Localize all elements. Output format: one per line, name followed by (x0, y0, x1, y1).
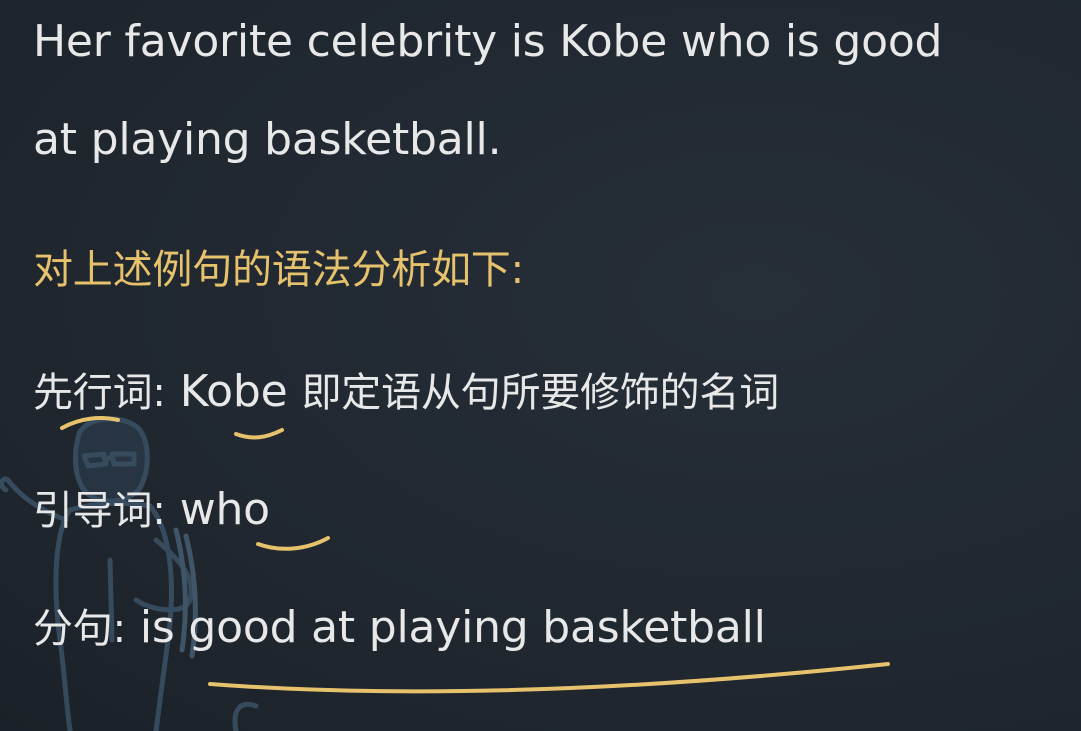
analysis-heading: 对上述例句的语法分析如下: (33, 247, 524, 293)
teacher-figure-illustration (0, 416, 259, 731)
lesson-slide: Her favorite celebrity is Kobe who is go… (0, 0, 1081, 731)
relative-pronoun-label: 引导词: (33, 488, 166, 534)
antecedent-description: 即定语从句所要修饰的名词 (301, 370, 780, 416)
antecedent-row: 先行词: Kobe 即定语从句所要修饰的名词 (33, 364, 779, 421)
clause-label: 分句: (33, 606, 126, 652)
clause-underline (208, 662, 890, 694)
antecedent-label: 先行词: (33, 370, 166, 416)
clause-row: 分句: is good at playing basketball (33, 600, 766, 657)
who-underline (256, 536, 330, 551)
antecedent-word: Kobe (179, 366, 288, 417)
example-sentence-line-1: Her favorite celebrity is Kobe who is go… (33, 16, 943, 67)
relative-pronoun-row: 引导词: who (33, 482, 270, 539)
relative-pronoun-word: who (179, 484, 270, 535)
clause-text: is good at playing basketball (139, 602, 766, 653)
example-sentence-line-2: at playing basketball. (33, 114, 502, 165)
